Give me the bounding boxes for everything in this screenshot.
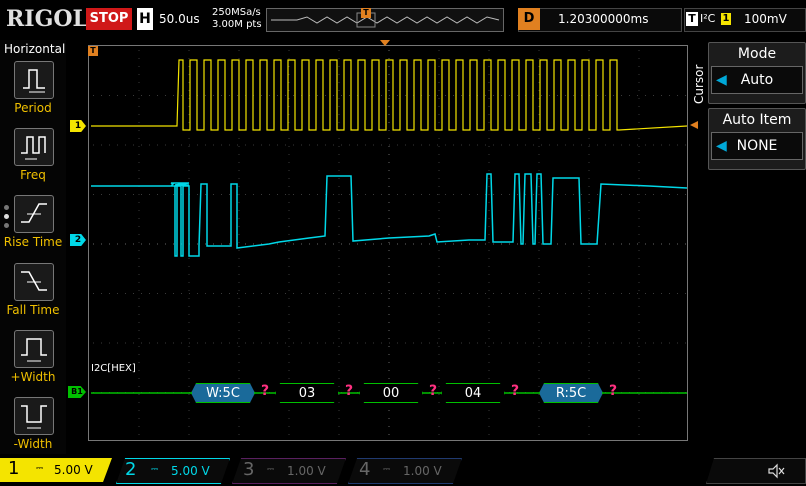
speaker-mute-icon (768, 463, 785, 479)
mode-panel[interactable]: Mode ◀ Auto (708, 42, 806, 104)
timebase-value[interactable]: 50.0us (159, 12, 200, 26)
rise-time-label: Rise Time (3, 235, 63, 249)
timebase-label: H (137, 8, 153, 30)
trigger-label: T (686, 12, 698, 26)
channel-3-scale: 1.00 V (287, 464, 326, 478)
channel-3-number: 3 (243, 459, 255, 480)
channel-2-scale: 5.00 V (171, 464, 210, 478)
graticule (91, 50, 688, 435)
coupling-dc-icon: ⎓ (267, 465, 275, 475)
coupling-dc-icon: ⎓ (383, 465, 391, 475)
positive-width-label: +Width (10, 370, 56, 384)
decode-packet[interactable]: W:5C (191, 383, 255, 403)
frequency-icon (21, 136, 46, 160)
negative-width-icon (21, 405, 47, 429)
run-stop-status[interactable]: STOP (86, 8, 132, 30)
channel-4-scale: 1.00 V (403, 464, 442, 478)
acquisition-info: 250MSa/s 3.00M pts (212, 7, 262, 31)
channel-4-number: 4 (359, 459, 371, 480)
memory-depth: 3.00M pts (212, 19, 262, 30)
negative-width-button[interactable] (14, 397, 54, 435)
brand-logo: RIGOL (6, 6, 88, 32)
ack-missing-icon: ? (345, 383, 354, 399)
auto-item-value-field[interactable]: ◀ NONE (711, 132, 803, 160)
channel-2-tab[interactable]: 2 ⎓ 5.00 V (116, 458, 230, 484)
trigger-level-marker[interactable] (690, 121, 698, 129)
decode-packet-value: 00 (382, 386, 400, 401)
decode-packet-value: W:5C (206, 386, 240, 401)
decode-packet[interactable]: 04 (441, 383, 505, 403)
auto-item-title: Auto Item (722, 112, 792, 128)
decode-packet-value: R:5C (555, 386, 587, 401)
menu-page-indicator (4, 205, 9, 232)
trigger-origin-marker: T (88, 46, 98, 56)
fall-time-button[interactable] (14, 263, 54, 301)
rise-time-icon (21, 203, 47, 223)
channel-status-bar: 1 ⎓ 5.00 V 2 ⎓ 5.00 V 3 ⎓ 1.00 V 4 ⎓ 1.0… (0, 454, 806, 486)
fall-time-label: Fall Time (6, 303, 60, 317)
decode-label: I2C[HEX] (91, 363, 136, 374)
decode-packet-value: 03 (298, 386, 316, 401)
arrow-left-icon: ◀ (716, 138, 727, 154)
channel-1-scale: 5.00 V (54, 463, 93, 477)
mode-title: Mode (737, 46, 777, 62)
coupling-dc-icon: ⎓ (151, 465, 159, 475)
bus-marker[interactable]: B1 (68, 386, 86, 398)
channel-4-tab[interactable]: 4 ⎓ 1.00 V (348, 458, 462, 484)
top-status-bar: RIGOL STOP H 50.0us 250MSa/s 3.00M pts T… (0, 0, 806, 40)
memory-overview-strip[interactable]: T (266, 8, 504, 32)
decode-packet[interactable]: R:5C (539, 383, 603, 403)
mode-value: Auto (740, 72, 774, 88)
decode-packet-value: 04 (464, 386, 482, 401)
channel-1-number: 1 (8, 458, 20, 479)
frequency-button[interactable] (14, 128, 54, 166)
trigger-level[interactable]: 100mV (744, 12, 787, 26)
delay-label: D (518, 8, 540, 30)
ack-missing-icon: ? (429, 383, 438, 399)
trigger-type: I²C (700, 12, 716, 25)
sample-rate: 250MSa/s (212, 7, 261, 18)
fall-time-icon (21, 271, 47, 291)
arrow-left-icon: ◀ (716, 72, 727, 88)
rise-time-button[interactable] (14, 195, 54, 233)
memory-waveform-preview (271, 12, 500, 28)
coupling-dc-icon: ⎓ (36, 464, 44, 474)
period-button[interactable] (14, 61, 54, 99)
waveform-display[interactable]: W:5C? 03? 00? 04? R:5C? I2C[HEX] (88, 45, 688, 441)
positive-width-icon (21, 338, 47, 362)
negative-width-label: -Width (13, 437, 53, 451)
decode-packet[interactable]: 00 (359, 383, 423, 403)
trigger-source-badge: 1 (721, 13, 731, 25)
delay-value[interactable]: 1.20300000ms (558, 12, 648, 26)
menu-title: Horizontal (4, 42, 66, 56)
period-label: Period (14, 101, 52, 115)
trigger-position-icon: T (361, 8, 371, 18)
positive-width-button[interactable] (14, 330, 54, 368)
auto-item-value: NONE (736, 138, 778, 154)
channel-1-tab[interactable]: 1 ⎓ 5.00 V (0, 458, 112, 482)
frequency-label: Freq (20, 168, 46, 182)
channel-2-marker[interactable]: 2 (70, 234, 86, 246)
channel-3-tab[interactable]: 3 ⎓ 1.00 V (232, 458, 346, 484)
ack-missing-icon: ? (609, 383, 618, 399)
decode-packet[interactable]: 03 (275, 383, 339, 403)
channel-1-marker[interactable]: 1 (70, 120, 86, 132)
sound-button[interactable] (706, 458, 806, 484)
channel-2-number: 2 (125, 459, 137, 480)
period-icon (23, 69, 45, 93)
ack-missing-icon: ? (261, 383, 270, 399)
mode-value-field[interactable]: ◀ Auto (711, 66, 803, 94)
ack-missing-icon: ? (511, 383, 520, 399)
auto-item-panel[interactable]: Auto Item ◀ NONE (708, 108, 806, 170)
